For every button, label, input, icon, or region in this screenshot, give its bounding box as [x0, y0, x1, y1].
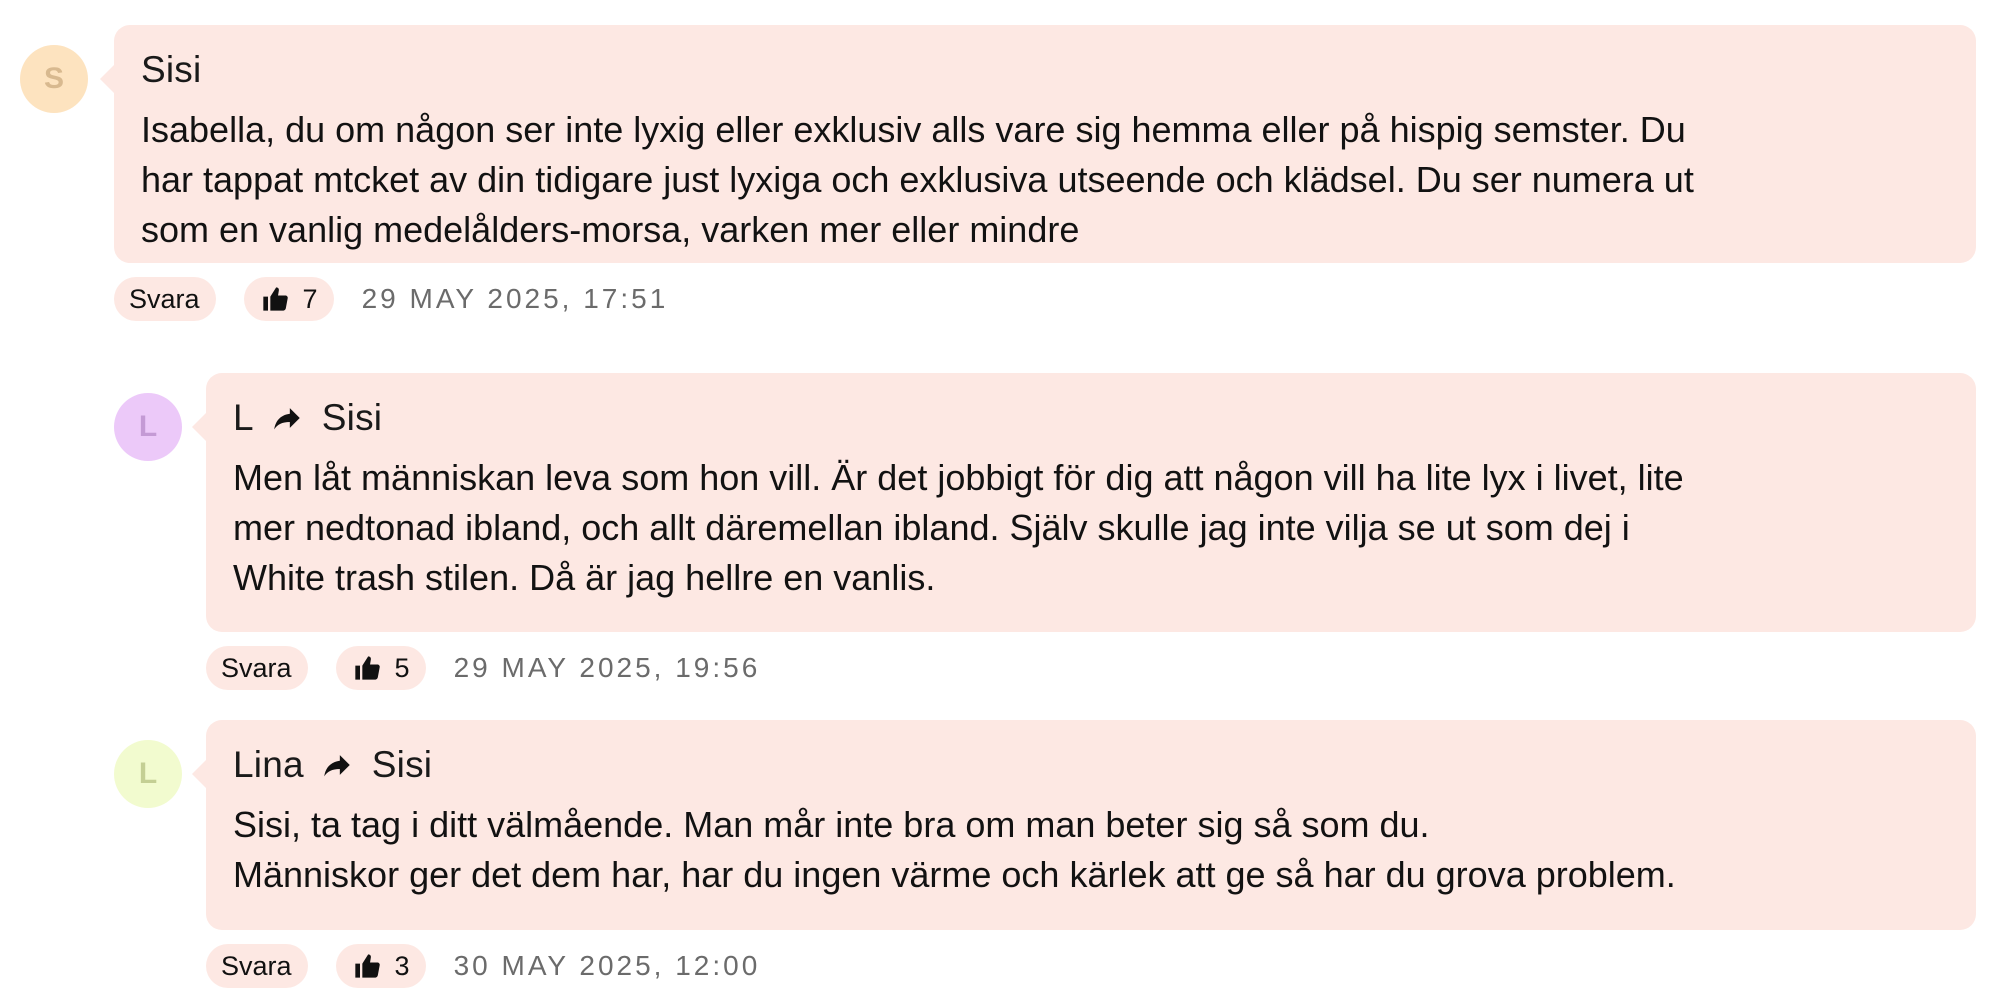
thumbs-up-icon [353, 952, 381, 980]
comment-actions: Svara 7 29 MAY 2025, 17:51 [114, 277, 1976, 321]
comment-body: Isabella, du om någon ser inte lyxig ell… [141, 109, 1694, 250]
author-name[interactable]: L [233, 397, 254, 439]
comment-timestamp: 29 MAY 2025, 19:56 [453, 652, 761, 683]
thumbs-up-icon [261, 285, 289, 313]
comment-body: Men låt människan leva som hon vill. Är … [233, 457, 1684, 598]
avatar[interactable]: L [114, 393, 182, 461]
comment: L Lina Sisi Sisi, ta tag i ditt välmåend… [114, 720, 1976, 988]
comment: L L Sisi Men låt människan leva som hon … [114, 373, 1976, 690]
like-button[interactable]: 7 [243, 277, 334, 321]
comment-header: L Sisi [233, 395, 1948, 441]
avatar[interactable]: L [114, 740, 182, 808]
like-button[interactable]: 3 [335, 944, 426, 988]
thumbs-up-icon [353, 654, 381, 682]
reply-button[interactable]: Svara [206, 646, 308, 690]
comment-thread: S Sisi Isabella, du om någon ser inte ly… [0, 0, 1998, 1004]
avatar[interactable]: S [20, 45, 88, 113]
reply-button[interactable]: Svara [206, 944, 308, 988]
comment-timestamp: 29 MAY 2025, 17:51 [361, 283, 669, 314]
reply-to-name[interactable]: Sisi [372, 744, 432, 786]
like-count: 7 [302, 283, 318, 314]
comment: S Sisi Isabella, du om någon ser inte ly… [20, 25, 1976, 321]
comment-bubble: Sisi Isabella, du om någon ser inte lyxi… [100, 25, 1976, 263]
comment-actions: Svara 3 30 MAY 2025, 12:00 [206, 944, 1976, 988]
comment-header: Sisi [141, 47, 1948, 93]
reply-button[interactable]: Svara [114, 277, 216, 321]
like-count: 3 [394, 950, 410, 981]
comment-timestamp: 30 MAY 2025, 12:00 [453, 950, 761, 981]
comment-bubble: Lina Sisi Sisi, ta tag i ditt välmående.… [192, 720, 1976, 930]
comment-body: Sisi, ta tag i ditt välmående. Man mår i… [233, 804, 1676, 895]
comment-header: Lina Sisi [233, 742, 1948, 788]
comment-actions: Svara 5 29 MAY 2025, 19:56 [206, 646, 1976, 690]
comment-bubble: L Sisi Men låt människan leva som hon vi… [192, 373, 1976, 632]
like-count: 5 [394, 652, 410, 683]
author-name[interactable]: Lina [233, 744, 304, 786]
like-button[interactable]: 5 [335, 646, 426, 690]
reply-arrow-icon [320, 748, 354, 782]
author-name[interactable]: Sisi [141, 49, 201, 91]
reply-to-name[interactable]: Sisi [322, 397, 382, 439]
reply-arrow-icon [270, 401, 304, 435]
